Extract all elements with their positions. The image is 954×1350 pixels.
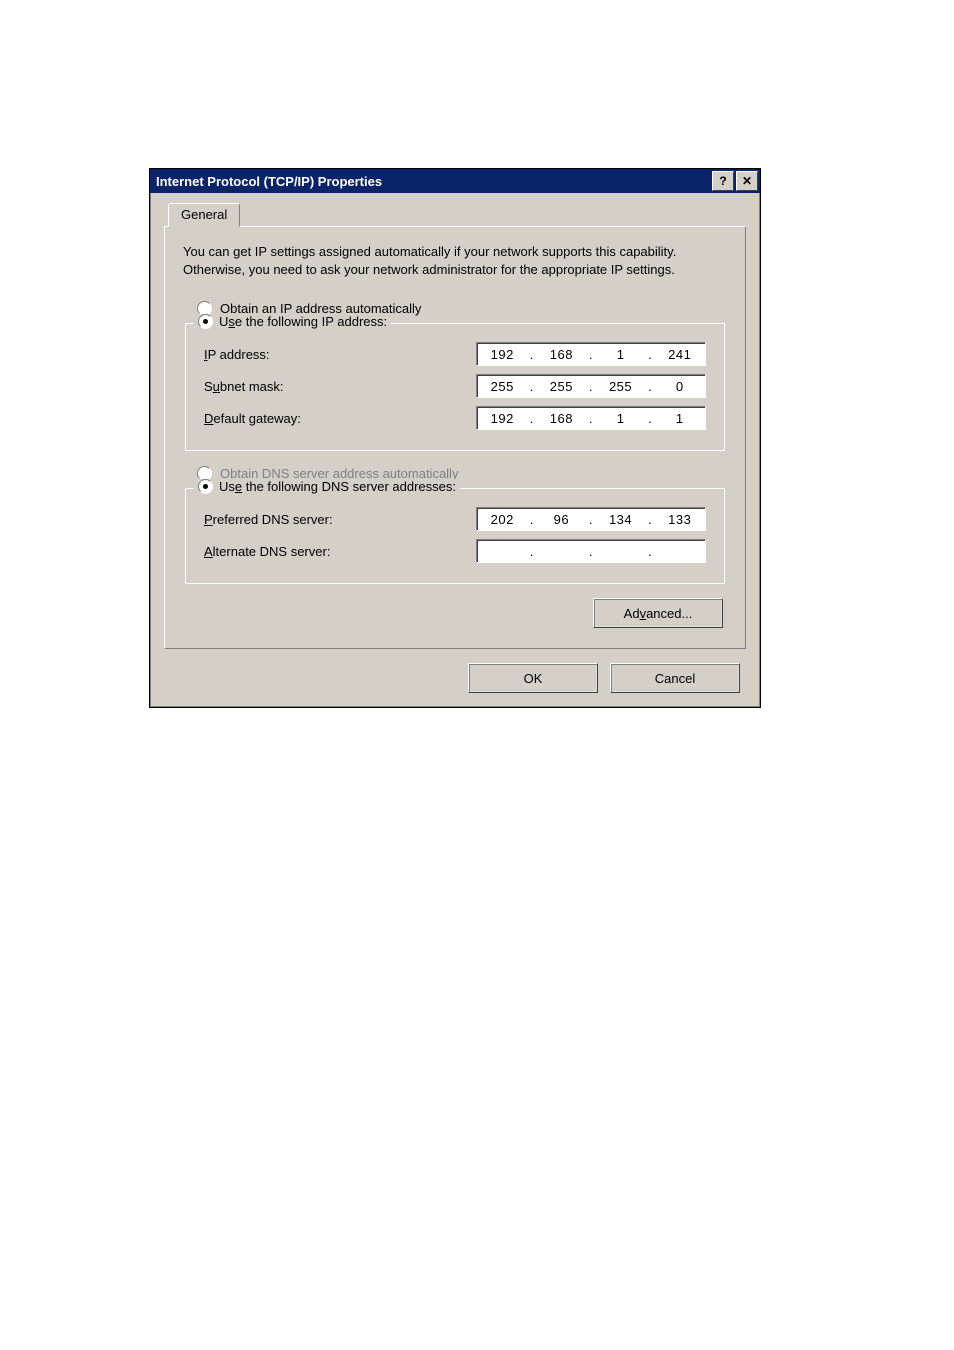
default-gateway-input[interactable]: 192. 168. 1. 1 xyxy=(476,406,706,430)
description-text: You can get IP settings assigned automat… xyxy=(183,243,727,278)
help-icon: ? xyxy=(719,175,726,187)
radio-use-following-dns[interactable]: Use the following DNS server addresses: xyxy=(194,479,460,494)
radio-use-following-ip-label: Use the following IP address: xyxy=(219,314,387,329)
cancel-button-label: Cancel xyxy=(655,671,695,686)
advanced-button-label: Advanced... xyxy=(624,606,693,621)
advanced-button[interactable]: Advanced... xyxy=(593,598,723,628)
ip-address-label: IP address: xyxy=(204,347,270,362)
group-use-ip: Use the following IP address: IP address… xyxy=(185,323,725,451)
tab-general-label: General xyxy=(181,207,227,222)
alternate-dns-label: Alternate DNS server: xyxy=(204,544,330,559)
radio-icon xyxy=(198,314,213,329)
close-icon: ✕ xyxy=(742,175,752,187)
radio-use-following-dns-label: Use the following DNS server addresses: xyxy=(219,479,456,494)
subnet-mask-input[interactable]: 255. 255. 255. 0 xyxy=(476,374,706,398)
ok-button-label: OK xyxy=(524,671,543,686)
close-button[interactable]: ✕ xyxy=(736,171,758,191)
alternate-dns-input[interactable]: . . . xyxy=(476,539,706,563)
ok-button[interactable]: OK xyxy=(468,663,598,693)
preferred-dns-input[interactable]: 202. 96. 134. 133 xyxy=(476,507,706,531)
preferred-dns-label: Preferred DNS server: xyxy=(204,512,333,527)
tabstrip: General xyxy=(164,203,746,227)
ip-address-input[interactable]: 192. 168. 1. 241 xyxy=(476,342,706,366)
tcpip-properties-dialog: Internet Protocol (TCP/IP) Properties ? … xyxy=(149,168,761,708)
titlebar: Internet Protocol (TCP/IP) Properties ? … xyxy=(150,169,760,193)
default-gateway-label: Default gateway: xyxy=(204,411,301,426)
radio-use-following-ip[interactable]: Use the following IP address: xyxy=(194,314,391,329)
group-use-dns: Use the following DNS server addresses: … xyxy=(185,488,725,584)
help-button[interactable]: ? xyxy=(712,171,734,191)
tab-general[interactable]: General xyxy=(168,203,240,227)
cancel-button[interactable]: Cancel xyxy=(610,663,740,693)
titlebar-text: Internet Protocol (TCP/IP) Properties xyxy=(156,174,382,189)
radio-icon xyxy=(198,479,213,494)
subnet-mask-label: Subnet mask: xyxy=(204,379,284,394)
tabpanel-general: You can get IP settings assigned automat… xyxy=(164,226,746,649)
